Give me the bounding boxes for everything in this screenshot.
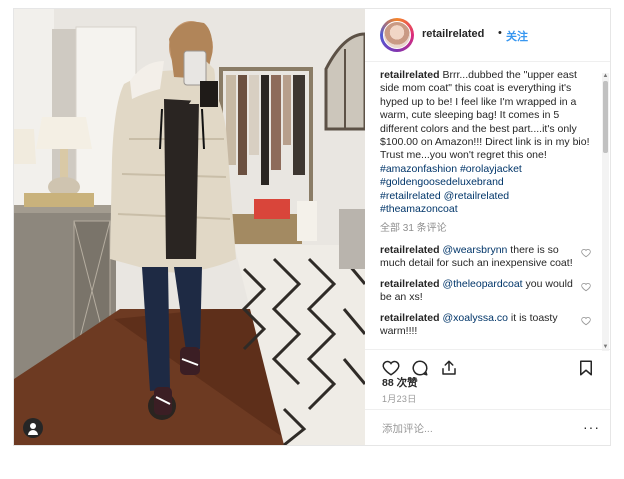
caption-username[interactable]: retailrelated <box>380 69 440 81</box>
header-username[interactable]: retailrelated <box>422 28 484 40</box>
post-date[interactable]: 1月23日 <box>382 392 417 405</box>
avatar-image <box>383 21 411 49</box>
comment-item: retailrelated @theleopardcoat you would … <box>380 278 595 305</box>
add-comment-input[interactable]: 添加评论... <box>382 421 572 436</box>
comments-scrollbar[interactable]: ▲ ▼ <box>602 73 609 351</box>
comment-mention[interactable]: @xoalyssa.co <box>442 312 508 324</box>
comments-section: retailrelated Brrr...dubbed the "upper e… <box>380 69 595 347</box>
avatar[interactable] <box>380 18 414 52</box>
bookmark-icon[interactable] <box>577 359 595 377</box>
follow-button[interactable]: 关注 <box>506 28 528 44</box>
scroll-up-arrow-icon[interactable]: ▲ <box>602 73 609 80</box>
post-photo[interactable] <box>14 9 365 445</box>
post-header: retailrelated • 关注 <box>365 9 610 62</box>
post-photo-image <box>14 9 365 445</box>
caption: retailrelated Brrr...dubbed the "upper e… <box>380 69 595 216</box>
comment-mention[interactable]: @wearsbrynn <box>442 244 507 256</box>
comment-mention[interactable]: @theleopardcoat <box>442 278 522 290</box>
comment-item: retailrelated @xoalyssa.co it is toasty … <box>380 312 595 339</box>
comment-username[interactable]: retailrelated <box>380 278 440 290</box>
post-sidebar: retailrelated • 关注 retailrelated Brrr...… <box>365 9 610 445</box>
comment-heart-icon[interactable] <box>581 316 591 326</box>
comment-username[interactable]: retailrelated <box>380 244 440 256</box>
user-tag-icon[interactable] <box>23 418 43 438</box>
comment-heart-icon[interactable] <box>581 282 591 292</box>
view-all-comments-link[interactable]: 全部 31 条评论 <box>380 222 595 235</box>
comment-item: retailrelated @wearsbrynn there is so mu… <box>380 244 595 271</box>
add-comment-bar: 添加评论... ··· <box>365 409 610 446</box>
caption-text: Brrr...dubbed the "upper east side mom c… <box>380 69 590 162</box>
likes-count[interactable]: 88 次赞 <box>382 375 418 390</box>
comment-heart-icon[interactable] <box>581 248 591 258</box>
separator-dot: • <box>498 27 502 39</box>
instagram-post: retailrelated • 关注 retailrelated Brrr...… <box>13 8 611 446</box>
hashtags-line-2[interactable]: #goldengoosedeluxebrand <box>380 176 504 188</box>
more-options-icon[interactable]: ··· <box>583 419 600 435</box>
hashtags-line-1[interactable]: #amazonfashion #orolayjacket <box>380 163 522 175</box>
comment-username[interactable]: retailrelated <box>380 312 440 324</box>
share-icon[interactable] <box>440 359 458 377</box>
scroll-thumb[interactable] <box>603 81 608 153</box>
hashtags-line-3[interactable]: #retailrelated @retailrelated <box>380 190 509 202</box>
hashtags-line-4[interactable]: #theamazoncoat <box>380 203 458 215</box>
